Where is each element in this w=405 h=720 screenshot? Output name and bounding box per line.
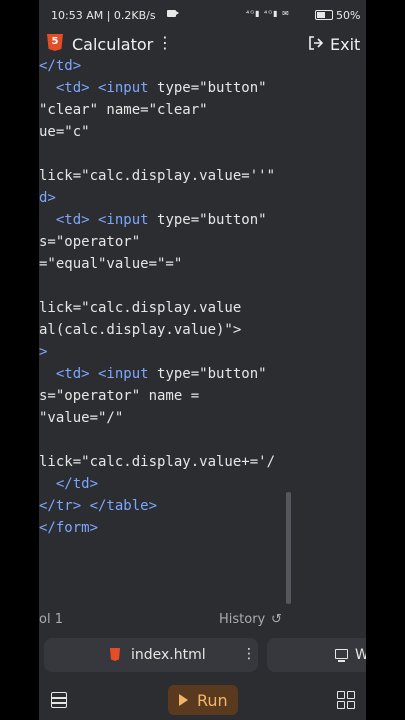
title-bar: 5 Calculator ⋮ Exit: [39, 30, 366, 60]
history-icon[interactable]: ↺: [271, 612, 282, 627]
history-button[interactable]: History: [219, 612, 265, 627]
code-line: <td> <input type="button": [39, 366, 267, 382]
code-token: d>: [39, 190, 56, 206]
code-token: s="operator" name =: [39, 388, 200, 404]
code-token: <td> <input: [39, 212, 158, 228]
code-token: lick="calc.display.value+='/: [39, 454, 276, 470]
code-editor[interactable]: </td> <td> <input type="button" "clear" n…: [39, 58, 366, 608]
code-line: d>: [39, 190, 56, 206]
code-token: </td>: [39, 58, 82, 74]
file-tabs: index.html ⋮ W: [39, 638, 366, 672]
exit-button[interactable]: Exit: [330, 35, 360, 54]
tab-web-preview[interactable]: W: [267, 638, 366, 672]
code-line: lick="calc.display.value=''": [39, 168, 275, 184]
code-token: ="equal"value="=": [39, 256, 183, 272]
code-line: >: [39, 344, 47, 360]
battery-icon: [315, 10, 333, 20]
list-icon[interactable]: [51, 692, 67, 708]
code-token: type="button": [157, 80, 267, 96]
code-line: <td> <input type="button": [39, 212, 267, 228]
signal-icon: ⁴ᴳ▮ ⁴ᴳ▮ ✉: [246, 9, 290, 18]
battery-percent: 50%: [336, 9, 361, 22]
code-token: lick="calc.display.value: [39, 300, 242, 316]
monitor-icon: [335, 649, 348, 662]
code-token: type="button": [157, 366, 267, 382]
code-line: </td>: [39, 476, 98, 492]
grid-icon[interactable]: [337, 691, 355, 709]
code-line: s="operator" name =: [39, 388, 199, 404]
code-token: s="operator": [39, 234, 141, 250]
cursor-column: ol 1: [39, 612, 63, 627]
code-line: lick="calc.display.value: [39, 300, 241, 316]
status-time: 10:53 AM | 0.2KB/s: [51, 9, 156, 22]
code-token: "value="/": [39, 410, 124, 426]
code-token: type="button": [157, 212, 267, 228]
code-line: al(calc.display.value)">: [39, 322, 241, 338]
html-file-icon: [110, 648, 120, 661]
code-line: s="operator": [39, 234, 140, 250]
code-line: "value="/": [39, 410, 123, 426]
tab-label: W: [355, 647, 366, 663]
run-button[interactable]: Run: [168, 685, 238, 715]
code-token: "clear" name="clear": [39, 102, 208, 118]
editor-scrollbar[interactable]: [286, 492, 291, 604]
code-token: ue="c": [39, 124, 90, 140]
editor-status-row: ol 1 History ↺: [39, 608, 366, 632]
code-line: <td> <input type="button": [39, 80, 267, 96]
code-token: </td>: [39, 476, 99, 492]
bottom-toolbar: Run: [39, 680, 366, 720]
tab-index-html[interactable]: index.html ⋮: [44, 638, 258, 672]
code-line: </td>: [39, 58, 81, 74]
code-token: lick="calc.display.value=''": [39, 168, 276, 184]
code-line: ="equal"value="=": [39, 256, 182, 272]
run-label: Run: [197, 691, 228, 710]
code-token: </tr> </table>: [39, 498, 158, 514]
code-line: </form>: [39, 520, 98, 536]
tab-label: index.html: [131, 647, 206, 663]
code-line: </tr> </table>: [39, 498, 157, 514]
code-line: lick="calc.display.value+='/: [39, 454, 275, 470]
play-icon: [179, 694, 188, 706]
code-line: ue="c": [39, 124, 90, 140]
code-token: al(calc.display.value)">: [39, 322, 242, 338]
html5-icon: 5: [47, 34, 63, 51]
phone-screen: 10:53 AM | 0.2KB/s ⁴ᴳ▮ ⁴ᴳ▮ ✉ 50% 5 Calcu…: [39, 0, 366, 720]
code-token: <td> <input: [39, 80, 158, 96]
code-token: </form>: [39, 520, 99, 536]
exit-icon[interactable]: [308, 35, 324, 51]
status-bar: 10:53 AM | 0.2KB/s ⁴ᴳ▮ ⁴ᴳ▮ ✉ 50%: [39, 0, 366, 30]
more-menu-button[interactable]: ⋮: [157, 33, 173, 52]
code-token: <td> <input: [39, 366, 158, 382]
project-title[interactable]: Calculator: [72, 35, 153, 54]
camera-icon: [167, 10, 179, 17]
code-line: "clear" name="clear": [39, 102, 208, 118]
code-token: >: [39, 344, 48, 360]
tab-more-button[interactable]: ⋮: [242, 646, 256, 662]
